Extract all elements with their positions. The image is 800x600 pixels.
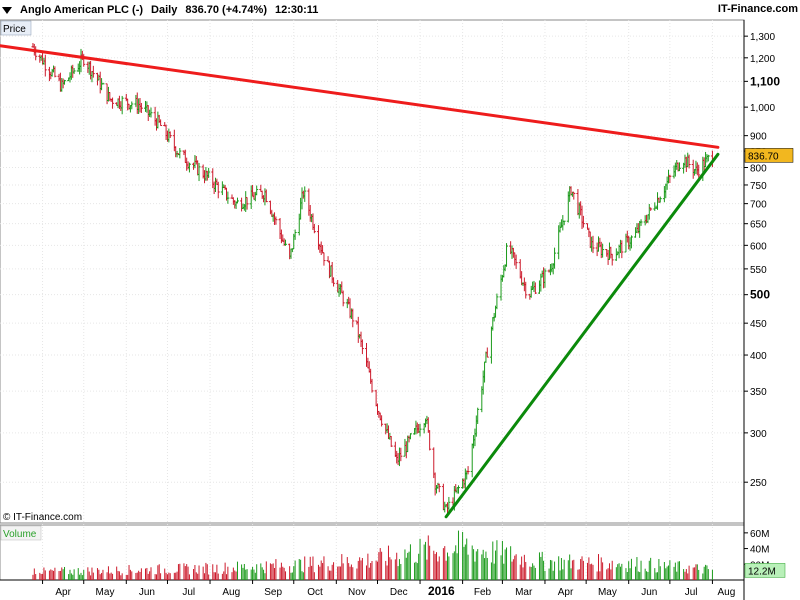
y-tick-label: 1,300: [750, 32, 775, 43]
y-tick-label: 350: [750, 387, 767, 398]
chart-window: Anglo American PLC (-) Daily 836.70 (+4.…: [0, 0, 800, 600]
y-tick-label: 800: [750, 164, 767, 175]
x-tick-label: May: [598, 587, 617, 598]
x-tick-label: Oct: [307, 587, 323, 598]
x-tick-label: Feb: [474, 587, 492, 598]
y-tick-label: 1,100: [750, 74, 780, 88]
x-tick-label: Apr: [55, 587, 71, 598]
y-tick-label: 550: [750, 265, 767, 276]
y-tick-label: 750: [750, 181, 767, 192]
price-volume-chart: 1,3001,2001,1001,00090085080075070065060…: [0, 19, 794, 600]
y-tick-label: 650: [750, 220, 767, 231]
y-tick-label: 400: [750, 351, 767, 362]
x-tick-label: Sep: [264, 587, 282, 598]
y-tick-label: 700: [750, 200, 767, 211]
volume-tick-label: 40M: [750, 545, 769, 556]
copyright-label: © IT-Finance.com: [3, 512, 82, 523]
y-tick-label: 1,200: [750, 54, 775, 65]
x-tick-label: Mar: [515, 587, 533, 598]
y-tick-label: 300: [750, 429, 767, 440]
volume-tick-label: 60M: [750, 529, 769, 540]
x-tick-label: Jul: [685, 587, 698, 598]
x-tick-label: Jul: [182, 587, 195, 598]
x-tick-label: May: [96, 587, 115, 598]
volume-last-label: 12.2M: [748, 566, 776, 577]
y-tick-label: 600: [750, 241, 767, 252]
x-tick-label: Aug: [222, 587, 240, 598]
x-tick-label: Aug: [718, 587, 736, 598]
x-tick-label: Jun: [641, 587, 657, 598]
price-panel: [0, 19, 745, 524]
x-tick-label: Apr: [558, 587, 574, 598]
y-tick-label: 450: [750, 319, 767, 330]
x-tick-label: Jun: [139, 587, 155, 598]
x-tick-label: Dec: [390, 587, 408, 598]
y-tick-label: 900: [750, 132, 767, 143]
price-panel-label: Price: [3, 24, 26, 35]
y-tick-label: 250: [750, 478, 767, 489]
volume-panel-label: Volume: [3, 529, 37, 540]
x-tick-label: 2016: [428, 584, 455, 598]
y-tick-label: 1,000: [750, 103, 775, 114]
last-price-label: 836.70: [748, 151, 779, 162]
y-tick-label: 500: [750, 288, 770, 302]
x-tick-label: Nov: [348, 587, 366, 598]
